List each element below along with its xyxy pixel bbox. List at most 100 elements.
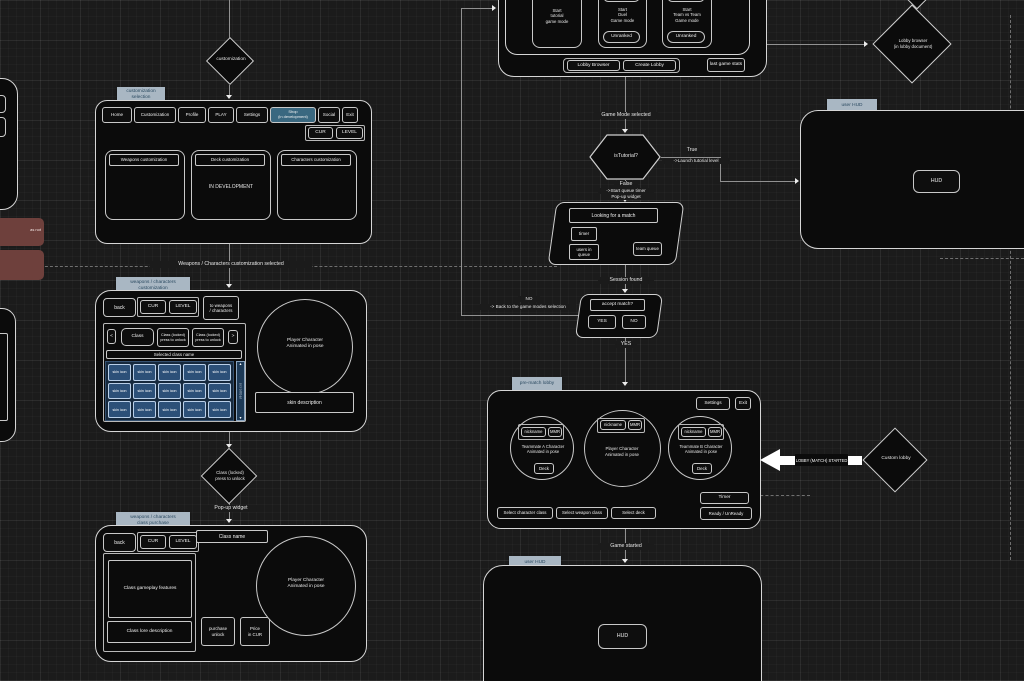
lobby-started-arrowhead <box>760 449 780 471</box>
lobby-browser-button[interactable]: Lobby Browser <box>567 60 620 71</box>
skin-grid: skin icon skin icon skin icon skin icon … <box>105 361 234 421</box>
class-selected-button[interactable]: Class <box>121 328 154 346</box>
price-in-cur-button[interactable]: Price in CUR <box>240 617 270 646</box>
top-hud-panel <box>800 110 1024 249</box>
arrowhead-into-purchase <box>226 519 232 523</box>
skin-icon-cell[interactable]: skin icon <box>158 382 181 400</box>
nav-exit-button[interactable]: Exit <box>342 107 358 123</box>
custom-lobby-label: Custom lobby <box>881 456 911 461</box>
accept-no-button[interactable]: NO <box>622 315 646 329</box>
skin-icon-cell[interactable]: skin icon <box>183 382 206 400</box>
teammate-b-deck-button[interactable]: Deck <box>692 463 712 474</box>
purchase-back-button[interactable]: back <box>103 533 136 552</box>
teammate-a-mmr: MMR <box>548 427 562 437</box>
nav-settings-button[interactable]: Settings <box>236 107 268 123</box>
purchase-player-label: Player Character Animated in pose <box>287 578 325 589</box>
purchase-level-button[interactable]: LEVEL <box>169 535 197 549</box>
skin-icon-cell[interactable]: skin icon <box>208 364 231 381</box>
prematch-timer-button: Timer <box>700 492 749 504</box>
last-game-stats-button[interactable]: last game stats <box>707 58 745 72</box>
customize-level-button[interactable]: LEVEL <box>169 300 197 314</box>
skin-icon-cell[interactable]: skin icon <box>133 401 156 418</box>
users-in-queue-box: users in queue <box>569 244 599 260</box>
create-lobby-button[interactable]: Create Lobby <box>623 60 676 71</box>
menu-level-button[interactable]: LEVEL <box>336 127 363 139</box>
nav-profile-button[interactable]: Profile <box>178 107 206 123</box>
nav-social-button[interactable]: Social <box>318 107 340 123</box>
team-mode-title: Start Team vs Team Game mode <box>673 7 701 23</box>
connector-no-h1 <box>461 315 581 316</box>
teammate-a-deck-button[interactable]: Deck <box>534 463 554 474</box>
select-deck-button[interactable]: Select deck <box>611 507 656 519</box>
customize-cur-button[interactable]: CUR <box>140 300 166 314</box>
skin-icon-cell[interactable]: skin icon <box>183 364 206 381</box>
scroll-down-icon[interactable]: ▼ <box>239 416 242 420</box>
player-mmr: MMR <box>628 420 642 430</box>
top-hud-button: HUD <box>913 170 960 193</box>
connector-to-lobby-browser <box>765 44 864 45</box>
duel-ranked-button[interactable]: Ranked <box>603 0 640 2</box>
tutorial-mode-title: Start tutorial game mode <box>545 8 569 24</box>
offscreen-widget-a <box>0 95 6 113</box>
looking-for-match-header: Looking for a match <box>569 208 658 223</box>
teammate-a-nickname: nickname <box>521 427 546 437</box>
skin-icon-cell[interactable]: skin icon <box>183 401 206 418</box>
arrowhead-into-customize <box>226 284 232 288</box>
teammate-a-label: Teammate A Character Animated in pose <box>521 444 565 455</box>
red-note-1-text: as not <box>30 227 41 232</box>
skin-icon-cell[interactable]: skin icon <box>108 364 131 381</box>
sticky-pre-match-lobby: pre-match lobby <box>512 377 562 391</box>
nav-play-button[interactable]: PLAY <box>208 107 234 123</box>
offscreen-widget-b <box>0 117 6 137</box>
arrowhead-into-prematch <box>622 382 628 386</box>
skin-icon-cell[interactable]: skin icon <box>108 382 131 400</box>
skin-icon-cell[interactable]: skin icon <box>133 382 156 400</box>
team-queue-button[interactable]: team queue <box>633 242 662 256</box>
to-weapons-button[interactable]: to weapons / characters <box>203 296 239 320</box>
connector-true-h2 <box>720 181 795 182</box>
class-locked-button-2[interactable]: Class (locked) press to unlock <box>192 328 224 347</box>
skin-icon-cell[interactable]: skin icon <box>133 364 156 381</box>
select-weapon-class-button[interactable]: Select weapon class <box>556 507 608 519</box>
arrowhead-into-bottom-hud <box>622 559 628 563</box>
skin-scrollbar[interactable]: ▲ scrollbar ▼ <box>236 361 245 421</box>
purchase-unlock-button[interactable]: purchase unlock <box>201 617 235 646</box>
class-locked-diamond-label: Class (locked) press to unlock <box>215 470 245 481</box>
class-next-button[interactable]: > <box>228 330 238 344</box>
main-menu-nav: Home Customization Profile PLAY Settings… <box>102 107 364 123</box>
skin-icon-cell[interactable]: skin icon <box>208 401 231 418</box>
bottom-hud-button: HUD <box>598 624 647 649</box>
class-prev-button[interactable]: < <box>107 329 116 344</box>
skin-icon-cell[interactable]: skin icon <box>208 382 231 400</box>
team-ranked-button[interactable]: Ranked <box>667 0 705 2</box>
menu-cur-button[interactable]: CUR <box>308 127 333 139</box>
skin-icon-cell[interactable]: skin icon <box>158 401 181 418</box>
teammate-b-nickname: nickname <box>681 427 706 437</box>
lobby-browser-diamond-label: Lobby browser (in lobby document) <box>893 38 933 49</box>
skin-icon-cell[interactable]: skin icon <box>108 401 131 418</box>
ready-unready-button[interactable]: Ready / UnReady <box>700 507 752 520</box>
nav-home-button[interactable]: Home <box>102 107 132 123</box>
purchase-cur-button[interactable]: CUR <box>140 535 166 549</box>
select-character-class-button[interactable]: Select character class <box>497 507 553 519</box>
prematch-exit-button[interactable]: Exit <box>735 397 751 410</box>
player-nickname: nickname <box>600 420 626 430</box>
accept-yes-button[interactable]: YES <box>588 315 616 329</box>
prematch-settings-button[interactable]: Settings <box>696 397 730 410</box>
nav-shop-button[interactable]: Shop (in development) <box>270 107 316 123</box>
class-locked-button-1[interactable]: Class (locked) press to unlock <box>157 328 189 347</box>
section-divider-right <box>940 258 1024 259</box>
class-lore-description-box: Class lore description <box>107 621 192 643</box>
section-divider-bottom-right <box>755 495 810 496</box>
team-unranked-button[interactable]: Unranked <box>667 31 705 43</box>
nav-customization-button[interactable]: Customization <box>134 107 176 123</box>
scroll-up-icon[interactable]: ▲ <box>239 362 242 366</box>
duel-unranked-button[interactable]: Unranked <box>603 31 640 43</box>
selected-class-name-bar: Selected class name <box>106 350 242 359</box>
bottom-hud-panel <box>483 565 762 681</box>
customize-back-button[interactable]: back <box>103 298 136 317</box>
start-queue-timer-label: ->Start queue timer <box>598 188 654 194</box>
teammate-b-label: Teammate B Character Animated in pose <box>679 444 723 455</box>
no-branch-label: NO <box>518 296 540 302</box>
skin-icon-cell[interactable]: skin icon <box>158 364 181 381</box>
